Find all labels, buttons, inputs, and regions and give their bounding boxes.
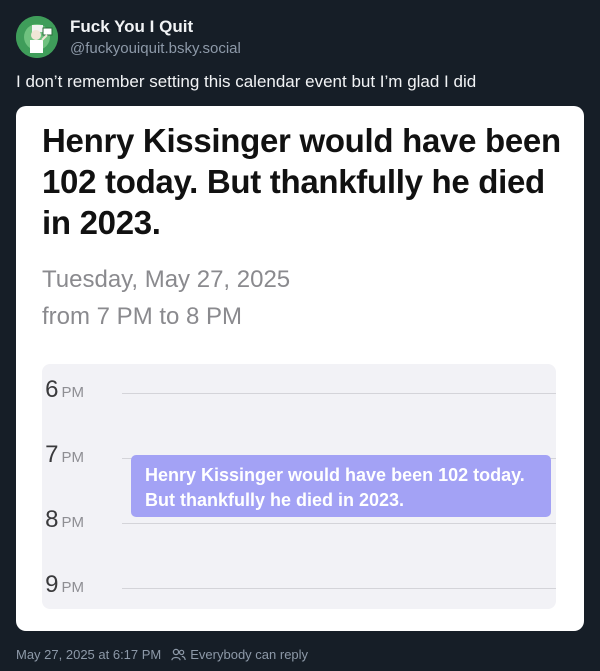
reply-setting[interactable]: Everybody can reply [190,647,308,662]
author-handle[interactable]: @fuckyouiquit.bsky.social [70,40,241,57]
hour-gridline [122,393,556,394]
post: Fuck You I Quit @fuckyouiquit.bsky.socia… [0,0,600,671]
event-block: Henry Kissinger would have been 102 toda… [131,455,551,517]
hour-number: 6 [45,376,59,403]
hour-label: 8 PM [45,506,84,534]
author-display-name[interactable]: Fuck You I Quit [70,17,193,37]
hour-suffix: PM [61,514,85,531]
hour-label: 9 PM [45,571,84,599]
event-title: Henry Kissinger would have been 102 toda… [42,122,561,241]
hour-row-6pm: 6 PM [42,374,556,404]
event-time-range: from 7 PM to 8 PM [42,303,243,330]
event-date: Tuesday, May 27, 2025 [42,266,291,293]
event-block-text: Henry Kissinger would have been 102 toda… [145,465,525,510]
hour-number: 8 [45,506,59,533]
hour-number: 7 [45,441,59,468]
people-icon [171,648,187,661]
hour-suffix: PM [61,384,85,401]
embedded-image[interactable]: Henry Kissinger would have been 102 toda… [16,106,584,631]
hour-suffix: PM [61,579,85,596]
avatar[interactable] [16,16,58,58]
hour-row-9pm: 9 PM [42,569,556,599]
hour-suffix: PM [61,449,85,466]
hour-label: 7 PM [45,441,84,469]
post-text: I don’t remember setting this calendar e… [16,72,477,91]
post-timestamp[interactable]: May 27, 2025 at 6:17 PM [16,647,161,662]
avatar-icon [16,16,58,58]
hour-gridline [122,588,556,589]
day-timeline: 6 PM 7 PM 8 PM 9 PM Henry Kissinger woul… [42,364,556,609]
hour-gridline [122,523,556,524]
post-meta: May 27, 2025 at 6:17 PM Everybody can re… [16,647,308,662]
hour-label: 6 PM [45,376,84,404]
hour-number: 9 [45,571,59,598]
